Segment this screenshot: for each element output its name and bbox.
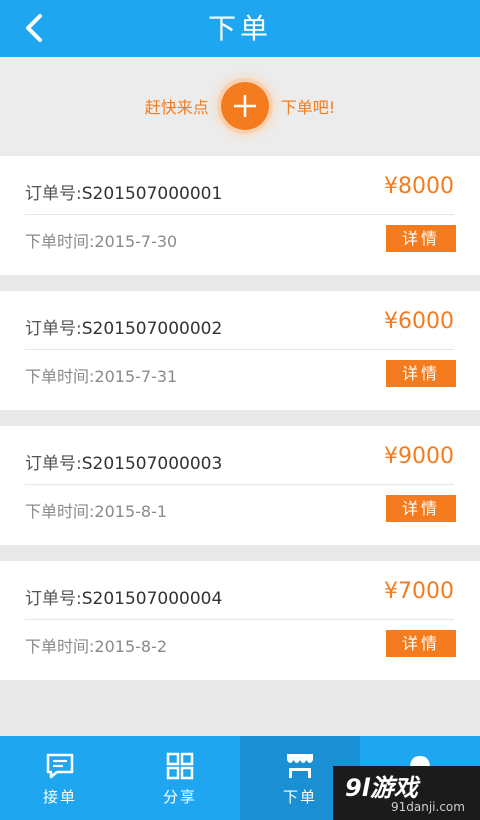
divider — [25, 619, 454, 620]
order-number-value: S201507000001 — [81, 184, 223, 204]
order-time: 下单时间:2015-8-1 — [25, 498, 167, 522]
watermark-logo-text: 9l游戏 — [345, 774, 418, 802]
order-time-label: 下单时间: — [25, 502, 95, 521]
order-list: 订单号:S201507000001 ¥8000 下单时间:2015-7-30 详… — [0, 156, 480, 696]
order-time-label: 下单时间: — [25, 637, 95, 656]
promo-left-text: 赶快来点 — [144, 97, 209, 117]
order-time-label: 下单时间: — [25, 232, 95, 251]
order-number-value: S201507000002 — [81, 319, 223, 339]
order-time-label: 下单时间: — [25, 367, 95, 386]
order-number: 订单号:S201507000002 — [25, 314, 222, 339]
order-number-value: S201507000003 — [81, 454, 223, 474]
detail-button[interactable]: 详情 — [386, 225, 456, 252]
order-time-value: 2015-8-1 — [94, 502, 168, 521]
tab-share[interactable]: 分享 — [120, 736, 240, 820]
order-number-value: S201507000004 — [81, 589, 223, 609]
order-time: 下单时间:2015-7-30 — [25, 228, 177, 252]
tab-label: 接单 — [42, 788, 77, 806]
order-number: 订单号:S201507000001 — [25, 179, 222, 204]
order-price: ¥9000 — [384, 444, 454, 469]
grid-icon — [166, 752, 194, 780]
watermark-url: 91danji.com — [391, 800, 465, 814]
detail-button[interactable]: 详情 — [386, 495, 456, 522]
order-price: ¥6000 — [384, 309, 454, 334]
order-card: 订单号:S201507000003 ¥9000 下单时间:2015-8-1 详情 — [0, 426, 480, 545]
add-order-button[interactable] — [220, 81, 269, 130]
order-time-value: 2015-7-30 — [94, 232, 178, 251]
order-time-value: 2015-7-31 — [94, 367, 178, 386]
back-button[interactable] — [14, 10, 54, 46]
tab-label: 下单 — [282, 788, 317, 806]
order-number-label: 订单号: — [25, 319, 82, 339]
divider — [25, 214, 454, 215]
promo-banner: 赶快来点 下单吧! — [0, 57, 480, 154]
order-time: 下单时间:2015-7-31 — [25, 363, 177, 387]
watermark-logo: 9l游戏 91danji.com — [333, 766, 480, 820]
order-time: 下单时间:2015-8-2 — [25, 633, 167, 657]
divider — [25, 349, 454, 350]
detail-button[interactable]: 详情 — [386, 360, 456, 387]
order-price: ¥8000 — [384, 174, 454, 199]
plus-icon — [233, 94, 256, 117]
message-icon — [46, 753, 74, 779]
page-title: 下单 — [207, 12, 272, 45]
app-header: 下单 — [0, 0, 480, 57]
order-number: 订单号:S201507000003 — [25, 449, 222, 474]
order-number-label: 订单号: — [25, 454, 82, 474]
shop-icon — [287, 754, 313, 778]
order-number-label: 订单号: — [25, 589, 82, 609]
order-card: 订单号:S201507000002 ¥6000 下单时间:2015-7-31 详… — [0, 291, 480, 410]
divider — [25, 484, 454, 485]
promo-right-text: 下单吧! — [280, 97, 336, 117]
order-number-label: 订单号: — [25, 184, 82, 204]
order-card: 订单号:S201507000001 ¥8000 下单时间:2015-7-30 详… — [0, 156, 480, 275]
order-time-value: 2015-8-2 — [94, 637, 168, 656]
tab-receive-order[interactable]: 接单 — [0, 736, 120, 820]
tab-label: 分享 — [162, 788, 197, 806]
detail-button[interactable]: 详情 — [386, 630, 456, 657]
order-price: ¥7000 — [384, 579, 454, 604]
chevron-left-icon — [26, 14, 42, 42]
order-number: 订单号:S201507000004 — [25, 584, 222, 609]
order-card: 订单号:S201507000004 ¥7000 下单时间:2015-8-2 详情 — [0, 561, 480, 680]
